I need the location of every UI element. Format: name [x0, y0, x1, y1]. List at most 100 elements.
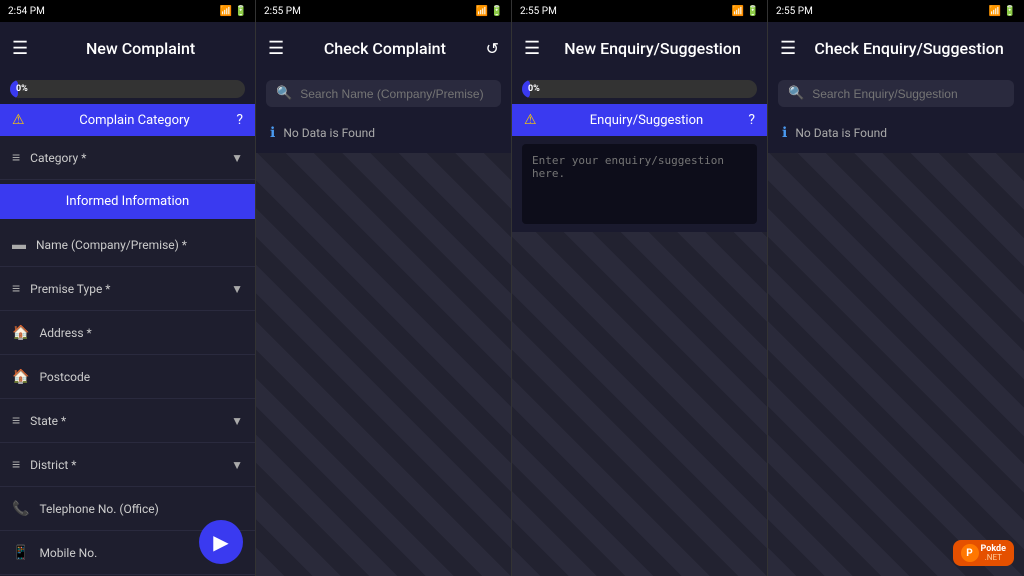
complaint-category-section: ⚠ Complain Category ? — [0, 104, 255, 136]
fab-icon-1: ▶ — [213, 530, 228, 554]
progress-container-1: 0% — [0, 74, 255, 104]
status-icons-2: 📶 🔋 — [476, 6, 503, 17]
phone-icon: 📞 — [12, 501, 29, 517]
enquiry-section: ⚠ Enquiry/Suggestion ? — [512, 104, 767, 136]
search-icon-2: 🔍 — [276, 86, 292, 101]
enquiry-section-label: Enquiry/Suggestion — [545, 113, 749, 128]
layers-icon-3: ≡ — [12, 412, 20, 429]
status-icons-1: 📶 🔋 — [220, 6, 247, 17]
enquiry-textarea[interactable] — [522, 144, 757, 224]
app-container: 2:54 PM 📶 🔋 ☰ New Complaint 0% ⚠ Complai… — [0, 0, 1024, 576]
time-3: 2:55 PM — [520, 6, 557, 17]
menu-icon-2[interactable]: ☰ — [268, 38, 284, 59]
menu-icon-4[interactable]: ☰ — [780, 38, 796, 59]
status-icons-4: 📶 🔋 — [989, 6, 1016, 17]
layers-icon-2: ≡ — [12, 280, 20, 297]
status-icons-3: 📶 🔋 — [732, 6, 759, 17]
header-1: ☰ New Complaint — [0, 22, 255, 74]
alert-icon-3: ⚠ — [524, 112, 537, 128]
header-4: ☰ Check Enquiry/Suggestion — [768, 22, 1024, 74]
panel-check-enquiry: 2:55 PM 📶 🔋 ☰ Check Enquiry/Suggestion 🔍… — [768, 0, 1024, 576]
address-row[interactable]: 🏠 Address * — [0, 311, 255, 355]
help-icon-3[interactable]: ? — [748, 112, 755, 128]
fab-button-1[interactable]: ▶ — [199, 520, 243, 564]
chevron-icon-2: ▼ — [231, 282, 243, 296]
help-icon-1[interactable]: ? — [236, 112, 243, 128]
postcode-row[interactable]: 🏠 Postcode — [0, 355, 255, 399]
alert-icon-1: ⚠ — [12, 112, 25, 128]
panel-new-complaint: 2:54 PM 📶 🔋 ☰ New Complaint 0% ⚠ Complai… — [0, 0, 256, 576]
home-icon-2: 🏠 — [12, 369, 29, 385]
informed-information-btn[interactable]: Informed Information — [0, 184, 255, 219]
status-bar-1: 2:54 PM 📶 🔋 — [0, 0, 255, 22]
status-bar-2: 2:55 PM 📶 🔋 — [256, 0, 511, 22]
watermark-content: P Pokde .NET — [961, 544, 1006, 562]
progress-track-1: 0% — [10, 80, 245, 98]
progress-fill-3: 0% — [522, 80, 530, 98]
layers-icon-1: ≡ — [12, 149, 20, 166]
layers-icon-4: ≡ — [12, 456, 20, 473]
search-bar-2[interactable]: 🔍 — [266, 80, 501, 107]
header-2: ☰ Check Complaint ↺ — [256, 22, 511, 74]
info-icon-2: ℹ — [270, 125, 275, 141]
bg-texture-2 — [256, 153, 511, 576]
time-1: 2:54 PM — [8, 6, 45, 17]
progress-container-3: 0% — [512, 74, 767, 104]
chevron-icon-3: ▼ — [231, 414, 243, 428]
category-label: Category * — [30, 151, 231, 165]
header-3: ☰ New Enquiry/Suggestion — [512, 22, 767, 74]
time-4: 2:55 PM — [776, 6, 813, 17]
state-label: State * — [30, 414, 231, 428]
no-data-text-2: No Data is Found — [283, 126, 375, 140]
name-label: Name (Company/Premise) * — [36, 238, 243, 252]
no-data-text-4: No Data is Found — [795, 126, 887, 140]
premise-type-label: Premise Type * — [30, 282, 231, 296]
panel-title-2: Check Complaint — [294, 39, 475, 58]
progress-track-3: 0% — [522, 80, 757, 98]
state-row[interactable]: ≡ State * ▼ — [0, 399, 255, 443]
postcode-label: Postcode — [39, 370, 243, 384]
category-row[interactable]: ≡ Category * ▼ — [0, 136, 255, 180]
status-bar-4: 2:55 PM 📶 🔋 — [768, 0, 1024, 22]
complaint-category-label: Complain Category — [33, 113, 237, 128]
status-bar-3: 2:55 PM 📶 🔋 — [512, 0, 767, 22]
watermark-text-container: Pokde .NET — [981, 545, 1006, 562]
watermark: P Pokde .NET — [953, 540, 1014, 566]
progress-label-3: 0% — [528, 84, 540, 94]
search-icon-4: 🔍 — [788, 86, 804, 101]
search-bar-4[interactable]: 🔍 — [778, 80, 1014, 107]
time-2: 2:55 PM — [264, 6, 301, 17]
panel-new-enquiry: 2:55 PM 📶 🔋 ☰ New Enquiry/Suggestion 0% … — [512, 0, 768, 576]
search-input-2[interactable] — [300, 87, 491, 101]
chevron-icon-1: ▼ — [231, 151, 243, 165]
name-row[interactable]: ▬ Name (Company/Premise) * — [0, 223, 255, 267]
refresh-icon-2[interactable]: ↺ — [486, 39, 499, 58]
menu-icon-1[interactable]: ☰ — [12, 38, 28, 59]
card-icon: ▬ — [12, 236, 26, 253]
no-data-2: ℹ No Data is Found — [256, 113, 511, 153]
district-row[interactable]: ≡ District * ▼ — [0, 443, 255, 487]
info-icon-4: ℹ — [782, 125, 787, 141]
menu-icon-3[interactable]: ☰ — [524, 38, 540, 59]
panel-title-1: New Complaint — [38, 39, 243, 58]
informed-information-label: Informed Information — [66, 194, 189, 209]
mobile-icon: 📱 — [12, 545, 29, 561]
watermark-bottom: .NET — [981, 554, 1006, 562]
progress-fill-1: 0% — [10, 80, 18, 98]
home-icon-1: 🏠 — [12, 325, 29, 341]
watermark-avatar: P — [961, 544, 979, 562]
bg-texture-3 — [512, 232, 767, 576]
progress-label-1: 0% — [16, 84, 28, 94]
bg-texture-4 — [768, 153, 1024, 576]
premise-type-row[interactable]: ≡ Premise Type * ▼ — [0, 267, 255, 311]
chevron-icon-4: ▼ — [231, 458, 243, 472]
form-content-1: ≡ Category * ▼ Informed Information ▬ Na… — [0, 136, 255, 576]
panel-title-4: Check Enquiry/Suggestion — [806, 39, 1012, 58]
search-input-4[interactable] — [812, 87, 1004, 101]
district-label: District * — [30, 458, 231, 472]
panel-check-complaint: 2:55 PM 📶 🔋 ☰ Check Complaint ↺ 🔍 ℹ No D… — [256, 0, 512, 576]
panel-title-3: New Enquiry/Suggestion — [550, 39, 755, 58]
address-label: Address * — [39, 326, 243, 340]
telephone-label: Telephone No. (Office) — [39, 502, 243, 516]
no-data-4: ℹ No Data is Found — [768, 113, 1024, 153]
